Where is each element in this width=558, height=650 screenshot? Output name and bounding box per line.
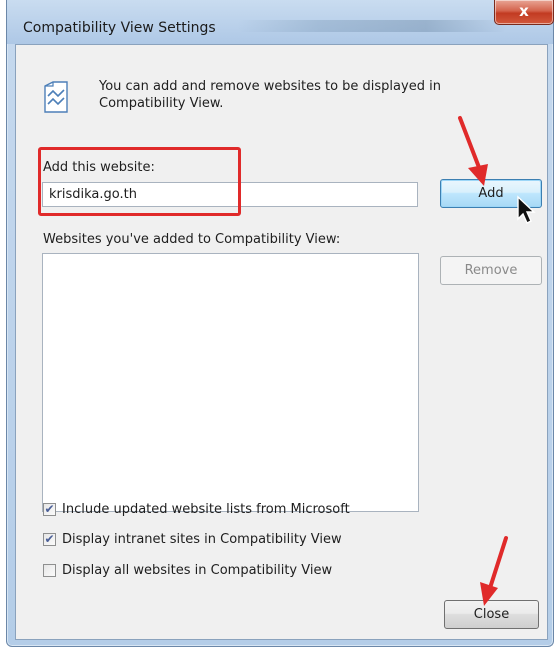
close-icon: x [519,2,529,20]
info-text: You can add and remove websites to be di… [99,79,441,111]
include-updated-lists-checkbox[interactable]: ✔ [43,503,56,516]
dialog-body: You can add and remove websites to be di… [15,44,548,640]
websites-list-label: Websites you've added to Compatibility V… [43,232,341,247]
title-bar-glow [237,20,507,32]
window-close-button[interactable]: x [494,0,554,25]
close-button[interactable]: Close [444,600,539,629]
window-title: Compatibility View Settings [23,20,216,36]
dialog-window: Compatibility View Settings x You can ad… [6,0,554,647]
add-button[interactable]: Add [440,179,542,208]
remove-button: Remove [440,256,542,285]
title-bar[interactable]: Compatibility View Settings [7,0,553,44]
add-website-label: Add this website: [43,160,155,175]
option-label: Include updated website lists from Micro… [62,502,350,517]
compatibility-view-icon [44,81,68,113]
websites-listbox[interactable] [42,253,419,512]
display-intranet-checkbox[interactable]: ✔ [43,533,56,546]
option-label: Display intranet sites in Compatibility … [62,532,342,547]
option-label: Display all websites in Compatibility Vi… [62,563,333,578]
add-website-input[interactable] [42,182,418,207]
display-all-websites-checkbox[interactable] [43,564,56,577]
